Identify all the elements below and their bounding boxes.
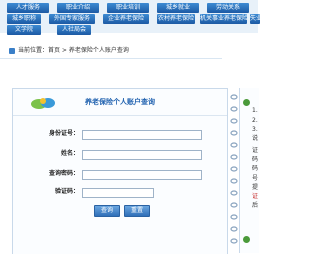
name-label: 姓名： xyxy=(60,150,79,157)
panel-header: 养老保险个人账户查询 xyxy=(13,89,227,116)
note-line-7: 码 xyxy=(252,165,259,172)
name-input[interactable] xyxy=(82,150,202,160)
top-nav: 人才服务 职业介绍 职业培训 城乡就业 劳动关系 城乡职称 外国专家服务 企业养… xyxy=(0,0,260,35)
breadcrumb: 当前位置：首页 > 养老保险个人账户查询 xyxy=(0,44,222,59)
notes-icon xyxy=(243,99,250,106)
nav-item-rural-pension[interactable]: 农村养老保险 xyxy=(157,14,195,24)
nav-item-title[interactable]: 城乡职称 xyxy=(7,14,41,24)
nav-item-training[interactable]: 职业培训 xyxy=(107,3,149,13)
nav-item-foreign-expert[interactable]: 外国专家服务 xyxy=(49,14,95,24)
captcha-input[interactable] xyxy=(82,188,154,198)
nav-item-college[interactable]: 文学院 xyxy=(7,25,41,35)
password-input[interactable] xyxy=(82,170,202,180)
captcha-label: 验证码： xyxy=(54,188,79,195)
submit-button[interactable]: 查询 xyxy=(94,205,120,217)
nav-item-job-intro[interactable]: 职业介绍 xyxy=(57,3,99,13)
nav-item-hr-bureau[interactable]: 人社局会 xyxy=(57,25,91,35)
panel-title: 养老保险个人账户查询 xyxy=(85,98,155,106)
location-icon xyxy=(9,48,15,54)
nav-item-labor[interactable]: 劳动关系 xyxy=(207,3,249,13)
nav-item-institution-pension[interactable]: 机关事业养老保险 xyxy=(200,14,247,24)
breadcrumb-text[interactable]: 当前位置：首页 > 养老保险个人账户查询 xyxy=(18,44,129,58)
nav-item-enterprise-pension[interactable]: 企业养老保险 xyxy=(103,14,149,24)
id-number-input[interactable] xyxy=(82,130,202,140)
nav-item-talent[interactable]: 人才服务 xyxy=(7,3,49,13)
reset-button[interactable]: 重置 xyxy=(124,205,150,217)
notes-panel: 1. 2. 3. 说 证 码 码 号 提 证 后 xyxy=(239,88,259,253)
id-number-label: 身份证号： xyxy=(48,130,79,137)
note-line-1: 1. xyxy=(252,107,258,114)
note-line-4: 说 xyxy=(252,135,259,142)
nav-item-unemployment[interactable]: 失业 xyxy=(250,14,260,24)
note-line-11: 后 xyxy=(252,202,259,209)
spiral-binding-icon xyxy=(230,94,238,244)
password-label: 查询密码： xyxy=(48,170,79,177)
nav-item-employment[interactable]: 城乡就业 xyxy=(157,3,199,13)
notes-icon-2 xyxy=(243,236,250,243)
